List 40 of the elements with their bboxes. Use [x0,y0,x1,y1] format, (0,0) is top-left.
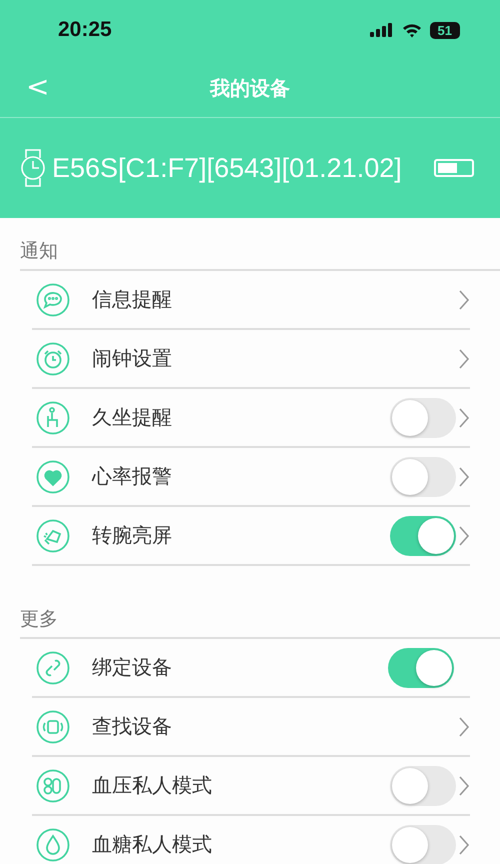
battery-icon [434,159,474,177]
chat-icon [36,282,70,316]
signal-icon [370,23,394,37]
settings-row[interactable]: 闹钟设置 [32,330,470,389]
row-label: 血压私人模式 [92,772,213,799]
settings-row[interactable]: 信息提醒 [32,271,470,330]
link-icon [36,650,70,684]
sitting-icon [36,400,70,434]
row-label: 心率报警 [92,463,173,490]
section-header: 通知 [20,238,500,271]
watch-icon [36,710,70,744]
toggle-switch[interactable] [390,398,456,438]
settings-row[interactable]: 久坐提醒 [32,389,470,448]
page-title: 我的设备 [210,75,290,102]
row-label: 闹钟设置 [92,345,173,372]
settings-row[interactable]: 心率报警 [32,448,470,507]
status-time: 20:25 [58,18,112,42]
toggle-switch[interactable] [390,516,456,556]
alarm-icon [36,342,70,376]
settings-row[interactable]: 转腕亮屏 [32,507,470,566]
settings-row[interactable]: 绑定设备 [32,639,470,698]
row-label: 查找设备 [92,713,173,740]
row-label: 信息提醒 [92,286,173,313]
toggle-switch[interactable] [390,766,456,806]
watch-icon [20,149,46,187]
wifi-icon [402,22,422,38]
device-name: E56S[C1:F7][6543][01.21.02] [52,152,403,184]
row-label: 血糖私人模式 [92,831,213,858]
settings-row[interactable]: 查找设备 [32,698,470,757]
battery-indicator: 51 [430,22,460,38]
toggle-switch[interactable] [390,456,456,496]
settings-row[interactable]: 血糖私人模式 [32,816,470,864]
settings-row[interactable]: 血压私人模式 [32,757,470,816]
row-label: 转腕亮屏 [92,522,173,549]
row-label: 绑定设备 [92,654,173,681]
toggle-switch[interactable] [390,824,456,864]
drop-icon [36,828,70,862]
row-label: 久坐提醒 [92,404,173,431]
section-header: 更多 [20,606,500,639]
toggle-switch[interactable] [388,648,454,688]
